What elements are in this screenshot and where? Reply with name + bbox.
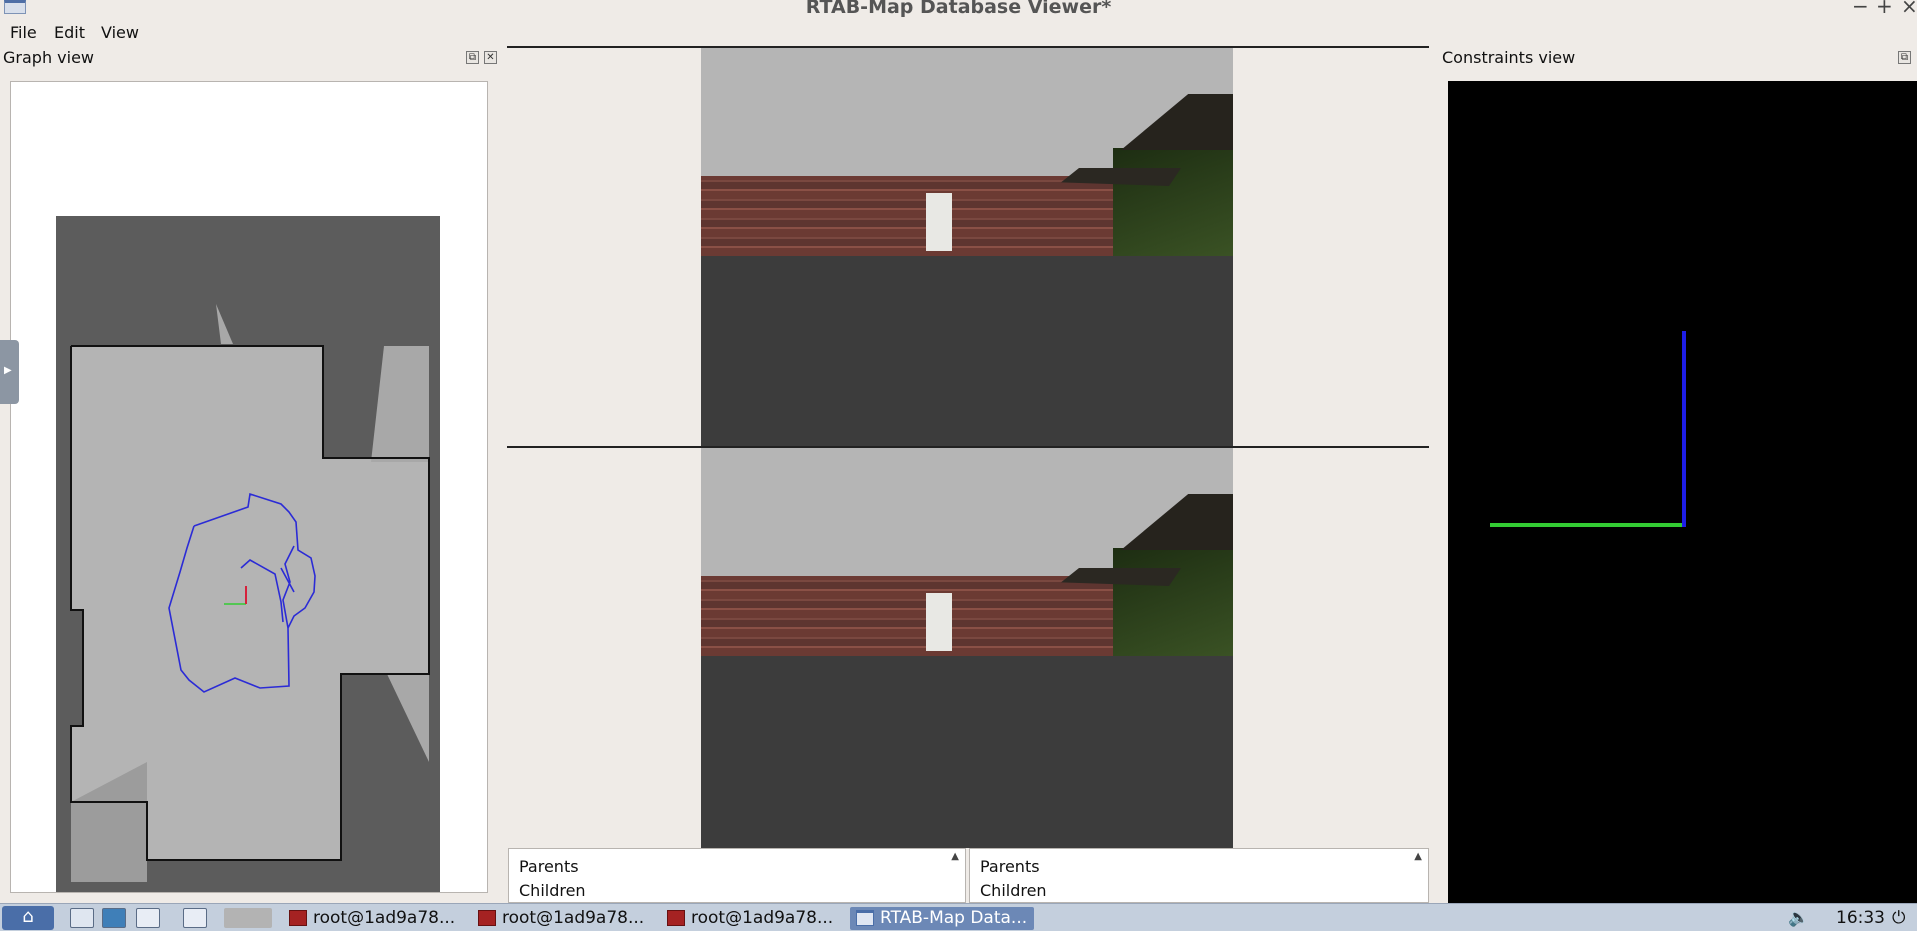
parents-label[interactable]: Parents <box>519 857 579 876</box>
terminal-icon <box>478 910 496 926</box>
scene-ground <box>701 656 1233 848</box>
start-menu-icon[interactable]: ⌂ <box>2 906 54 930</box>
taskbar-item-terminal-1[interactable]: root@1ad9a78... <box>283 907 465 930</box>
menu-edit[interactable]: Edit <box>54 23 85 42</box>
taskbar: ⌂ root@1ad9a78... root@1ad9a78... root@1… <box>0 903 1917 931</box>
node-info-list-right[interactable]: Parents Children ▲ <box>969 848 1429 903</box>
scene-door <box>926 593 952 651</box>
taskbar-item-label: root@1ad9a78... <box>502 908 645 928</box>
taskbar-item-label: RTAB-Map Data... <box>880 908 1028 928</box>
scene-brick-wall <box>701 576 1113 656</box>
window-icon <box>856 910 874 926</box>
file-manager-icon[interactable] <box>70 908 94 928</box>
children-label[interactable]: Children <box>980 881 1047 900</box>
constraints-view-float-button[interactable]: ⧉ <box>1898 51 1911 64</box>
occupancy-map <box>56 216 440 892</box>
image-view-top[interactable] <box>507 46 1429 448</box>
scroll-up-arrow-icon[interactable]: ▲ <box>1414 851 1422 862</box>
scene-building <box>1113 148 1233 256</box>
graph-view-canvas[interactable] <box>10 81 488 893</box>
scene-brick-wall <box>701 176 1113 256</box>
rgb-image-top <box>701 48 1233 448</box>
menu-view[interactable]: View <box>101 23 139 42</box>
side-panel-handle[interactable]: ▶ <box>0 340 19 404</box>
show-desktop-icon[interactable] <box>183 908 207 928</box>
maximize-button[interactable]: + <box>1876 0 1893 18</box>
browser-icon[interactable] <box>102 908 126 928</box>
rgb-image-bottom <box>701 448 1233 848</box>
taskbar-item-terminal-2[interactable]: root@1ad9a78... <box>472 907 654 930</box>
window-list-icon[interactable] <box>136 908 160 928</box>
scene-door <box>926 193 952 251</box>
close-button[interactable]: × <box>1901 0 1917 18</box>
terminal-icon <box>289 910 307 926</box>
taskbar-item-rtabmap[interactable]: RTAB-Map Data... <box>850 907 1034 930</box>
menu-bar: File Edit View <box>0 20 1917 46</box>
scroll-up-arrow-icon[interactable]: ▲ <box>951 851 959 862</box>
graph-view-close-button[interactable]: ✕ <box>484 51 497 64</box>
taskbar-item-label: root@1ad9a78... <box>691 908 834 928</box>
graph-view-title: Graph view <box>3 48 95 67</box>
parents-label[interactable]: Parents <box>980 857 1040 876</box>
volume-muted-icon[interactable]: 🔈 <box>1788 907 1809 929</box>
window-titlebar: RTAB-Map Database Viewer* − + × <box>0 0 1917 20</box>
workspace-switcher[interactable] <box>224 908 272 928</box>
expand-arrow-icon: ▶ <box>4 365 12 376</box>
scene-ground <box>701 256 1233 448</box>
window-title: RTAB-Map Database Viewer* <box>805 0 1112 18</box>
taskbar-item-terminal-3[interactable]: root@1ad9a78... <box>661 907 843 930</box>
image-view-bottom[interactable] <box>507 446 1429 848</box>
constraints-view-title: Constraints view <box>1442 48 1576 67</box>
node-info-list-left[interactable]: Parents Children ▲ <box>508 848 966 903</box>
taskbar-item-label: root@1ad9a78... <box>313 908 456 928</box>
terminal-icon <box>667 910 685 926</box>
minimize-button[interactable]: − <box>1852 0 1869 18</box>
constraints-view-canvas[interactable] <box>1448 81 1917 903</box>
scene-building <box>1113 548 1233 656</box>
children-label[interactable]: Children <box>519 881 586 900</box>
graph-view-float-button[interactable]: ⧉ <box>466 51 479 64</box>
power-icon[interactable]: ⏻ <box>1892 907 1905 929</box>
clock[interactable]: 16:33 <box>1836 907 1885 929</box>
constraints-axes <box>1490 331 1686 527</box>
menu-file[interactable]: File <box>10 23 37 42</box>
